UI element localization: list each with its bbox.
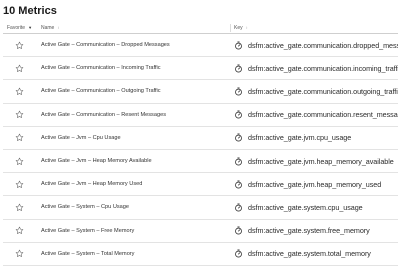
star-outline-icon[interactable] <box>15 110 24 119</box>
metric-key[interactable]: dsfm:active_gate.communication.incoming_… <box>248 64 398 73</box>
metric-key[interactable]: dsfm:active_gate.jvm.cpu_usage <box>248 133 351 142</box>
favorite-cell <box>3 226 39 235</box>
stopwatch-icon <box>235 157 242 166</box>
metric-key-cell: dsfm:active_gate.system.free_memory <box>231 226 398 235</box>
stopwatch-icon <box>235 41 242 50</box>
favorite-cell <box>3 249 39 258</box>
star-outline-icon[interactable] <box>15 203 24 212</box>
star-outline-icon[interactable] <box>15 64 24 73</box>
table-row[interactable]: Active Gate – Communication – Outgoing T… <box>3 80 398 104</box>
stopwatch-icon <box>235 249 242 258</box>
metric-key[interactable]: dsfm:active_gate.system.total_memory <box>248 249 371 258</box>
stopwatch-icon <box>235 64 242 73</box>
metric-name: Active Gate – Communication – Incoming T… <box>41 65 161 72</box>
favorite-cell <box>3 110 39 119</box>
sort-icon[interactable]: ↕ <box>246 25 248 30</box>
favorite-column-label: Favorite <box>7 24 26 31</box>
metric-key[interactable]: dsfm:active_gate.communication.outgoing_… <box>248 87 398 96</box>
favorite-cell <box>3 203 39 212</box>
metric-name: Active Gate – Communication – Resent Mes… <box>41 111 166 118</box>
stopwatch-icon <box>235 87 242 96</box>
metric-key-cell: dsfm:active_gate.communication.dropped_m… <box>231 41 398 50</box>
star-outline-icon[interactable] <box>15 157 24 166</box>
star-outline-icon[interactable] <box>15 180 24 189</box>
table-row[interactable]: Active Gate – System – Cpu Usage dsfm:ac… <box>3 196 398 220</box>
stopwatch-icon <box>235 133 242 142</box>
favorite-column-header[interactable]: Favorite ▼ <box>3 25 39 31</box>
metric-key-cell: dsfm:active_gate.communication.outgoing_… <box>231 87 398 96</box>
metric-key[interactable]: dsfm:active_gate.jvm.heap_memory_used <box>248 180 381 189</box>
table-row[interactable]: Active Gate – Communication – Dropped Me… <box>3 34 398 58</box>
star-outline-icon[interactable] <box>15 41 24 50</box>
star-outline-icon[interactable] <box>15 133 24 142</box>
stopwatch-icon <box>235 180 242 189</box>
table-header: Favorite ▼ Name ↕ Key ↕ <box>3 22 398 34</box>
metric-key-cell: dsfm:active_gate.jvm.heap_memory_availab… <box>231 157 398 166</box>
star-outline-icon[interactable] <box>15 226 24 235</box>
metric-key-cell: dsfm:active_gate.communication.incoming_… <box>231 64 398 73</box>
name-column-header[interactable]: Name ↕ <box>39 23 231 32</box>
star-outline-icon[interactable] <box>15 249 24 258</box>
metric-name: Active Gate – System – Total Memory <box>41 250 135 257</box>
sort-icon[interactable]: ↕ <box>57 25 59 30</box>
table-row[interactable]: Active Gate – System – Free Memory dsfm:… <box>3 220 398 243</box>
table-row[interactable]: Active Gate – Jvm – Heap Memory Availabl… <box>3 150 398 174</box>
table-row[interactable]: Active Gate – System – Total Memory dsfm… <box>3 243 398 266</box>
page-title: 10 Metrics <box>3 5 57 17</box>
metric-key-cell: dsfm:active_gate.jvm.heap_memory_used <box>231 180 398 189</box>
stopwatch-icon <box>235 226 242 235</box>
favorite-cell <box>3 133 39 142</box>
metric-name: Active Gate – System – Cpu Usage <box>41 204 129 211</box>
table-row[interactable]: Active Gate – Communication – Resent Mes… <box>3 104 398 127</box>
favorite-cell <box>3 180 39 189</box>
metric-key-cell: dsfm:active_gate.communication.resent_me… <box>231 110 398 119</box>
metrics-page: 10 Metrics Favorite ▼ Name ↕ Key ↕ Activ… <box>0 0 400 275</box>
star-outline-icon[interactable] <box>15 87 24 96</box>
metric-name: Active Gate – Communication – Dropped Me… <box>41 42 170 49</box>
stopwatch-icon <box>235 110 242 119</box>
table-row[interactable]: Active Gate – Communication – Incoming T… <box>3 57 398 81</box>
key-column-header[interactable]: Key ↕ <box>231 25 398 31</box>
favorite-cell <box>3 157 39 166</box>
table-row[interactable]: Active Gate – Jvm – Cpu Usage dsfm:activ… <box>3 127 398 150</box>
name-column-label: Name <box>41 24 55 31</box>
favorite-cell <box>3 87 39 96</box>
sort-descending-icon[interactable]: ▼ <box>28 25 32 30</box>
metric-key-cell: dsfm:active_gate.system.cpu_usage <box>231 203 398 212</box>
stopwatch-icon <box>235 203 242 212</box>
metric-key[interactable]: dsfm:active_gate.system.free_memory <box>248 226 370 235</box>
favorite-cell <box>3 64 39 73</box>
metrics-table-body: Active Gate – Communication – Dropped Me… <box>3 34 398 266</box>
metric-key-cell: dsfm:active_gate.system.total_memory <box>231 249 398 258</box>
metric-key-cell: dsfm:active_gate.jvm.cpu_usage <box>231 133 398 142</box>
metric-key[interactable]: dsfm:active_gate.system.cpu_usage <box>248 203 363 212</box>
metric-key[interactable]: dsfm:active_gate.jvm.heap_memory_availab… <box>248 157 394 166</box>
key-column-label: Key <box>234 24 243 31</box>
metric-name: Active Gate – System – Free Memory <box>41 227 135 234</box>
metric-name: Active Gate – Jvm – Heap Memory Used <box>41 181 143 188</box>
metric-name: Active Gate – Jvm – Heap Memory Availabl… <box>41 158 152 165</box>
table-row[interactable]: Active Gate – Jvm – Heap Memory Used dsf… <box>3 173 398 197</box>
metric-key[interactable]: dsfm:active_gate.communication.resent_me… <box>248 110 398 119</box>
metric-name: Active Gate – Jvm – Cpu Usage <box>41 134 121 141</box>
metric-name: Active Gate – Communication – Outgoing T… <box>41 88 161 95</box>
favorite-cell <box>3 41 39 50</box>
metric-key[interactable]: dsfm:active_gate.communication.dropped_m… <box>248 41 398 50</box>
